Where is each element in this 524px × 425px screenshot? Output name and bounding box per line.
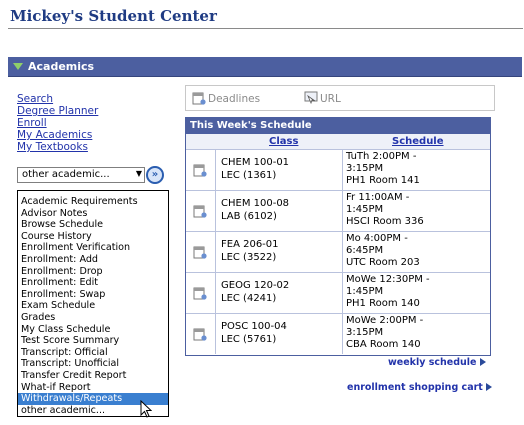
my-textbooks-link[interactable]: My Textbooks (17, 141, 88, 153)
arrow-right-icon (479, 358, 486, 366)
url-icon (304, 91, 318, 105)
schedule-room: CBA Room 140 (346, 339, 421, 350)
class-code: GEOG 120-02 (221, 280, 290, 291)
schedule-time-end: 6:45PM (346, 245, 384, 256)
degree-planner-link[interactable]: Degree Planner (17, 105, 98, 117)
class-column-header[interactable]: Class (269, 136, 298, 147)
class-section: LAB (6102) (221, 211, 277, 222)
weekly-schedule-link[interactable]: weekly schedule (388, 357, 486, 368)
class-code: CHEM 100-01 (221, 157, 290, 168)
schedule-time-end: 1:45PM (346, 204, 384, 215)
weekly-schedule-table: This Week's Schedule Class Schedule CHEM… (185, 117, 491, 356)
go-button[interactable]: » (146, 166, 164, 184)
deadlines-label: Deadlines (208, 93, 261, 105)
schedule-title: This Week's Schedule (186, 118, 490, 134)
dropdown-option[interactable]: Test Score Summary (18, 335, 168, 347)
dropdown-arrow-icon[interactable]: ▼ (136, 169, 142, 178)
schedule-time: TuTh 2:00PM - (346, 151, 417, 162)
table-row: POSC 100-04 LEC (5761) MoWe 2:00PM -3:15P… (186, 314, 490, 355)
schedule-time: MoWe 12:30PM - (346, 274, 430, 285)
calendar-icon[interactable] (193, 163, 207, 177)
academics-select[interactable]: other academic... ▼ (17, 167, 145, 183)
dropdown-option[interactable]: Browse Schedule (18, 219, 168, 231)
dropdown-option[interactable]: Transcript: Unofficial (18, 358, 168, 370)
mouse-pointer-icon (140, 400, 152, 418)
academics-section-header[interactable]: Academics (8, 57, 522, 77)
dropdown-option[interactable]: Academic Requirements (18, 196, 168, 208)
schedule-column-header[interactable]: Schedule (392, 136, 444, 147)
calendar-icon[interactable] (193, 327, 207, 341)
weekly-schedule-label: weekly schedule (388, 357, 477, 368)
dropdown-option[interactable]: Grades (18, 312, 168, 324)
dropdown-option[interactable]: Enrollment: Swap (18, 289, 168, 301)
schedule-room: HSCI Room 336 (346, 216, 424, 227)
class-code: FEA 206-01 (221, 239, 279, 250)
schedule-time: Fr 11:00AM - (346, 192, 410, 203)
schedule-time: MoWe 2:00PM - (346, 315, 424, 326)
schedule-column-headers: Class Schedule (186, 134, 490, 150)
page-title: Mickey's Student Center (10, 7, 217, 25)
my-academics-link[interactable]: My Academics (17, 129, 92, 141)
calendar-icon[interactable] (193, 204, 207, 218)
schedule-time-end: 3:15PM (346, 163, 384, 174)
title-divider (8, 28, 523, 29)
collapse-triangle-icon[interactable] (13, 63, 23, 70)
class-section: LEC (3522) (221, 252, 277, 263)
shopping-cart-link[interactable]: enrollment shopping cart (347, 382, 492, 393)
url-label: URL (320, 93, 341, 105)
schedule-room: PH1 Room 141 (346, 175, 420, 186)
section-title: Academics (28, 60, 95, 73)
table-row: CHEM 100-08 LAB (6102) Fr 11:00AM -1:45PM… (186, 191, 490, 232)
calendar-icon[interactable] (193, 286, 207, 300)
select-value: other academic... (22, 169, 110, 180)
dropdown-option[interactable]: Transfer Credit Report (18, 370, 168, 382)
dropdown-option[interactable]: Enrollment: Edit (18, 277, 168, 289)
schedule-time-end: 1:45PM (346, 286, 384, 297)
dropdown-option[interactable]: Enrollment: Add (18, 254, 168, 266)
table-row: FEA 206-01 LEC (3522) Mo 4:00PM -6:45PM UT… (186, 232, 490, 273)
calendar-icon[interactable] (193, 245, 207, 259)
toolbar: Deadlines URL (185, 85, 495, 111)
schedule-time-end: 3:15PM (346, 327, 384, 338)
class-section: LEC (5761) (221, 334, 277, 345)
table-row: CHEM 100-01 LEC (1361) TuTh 2:00PM -3:15P… (186, 150, 490, 191)
search-link[interactable]: Search (17, 93, 53, 105)
url-button[interactable]: URL (304, 91, 341, 105)
deadlines-button[interactable]: Deadlines (192, 91, 260, 105)
dropdown-option[interactable]: Enrollment: Drop (18, 266, 168, 278)
schedule-room: PH1 Room 140 (346, 298, 420, 309)
arrow-right-icon (485, 383, 492, 391)
class-code: CHEM 100-08 (221, 198, 290, 209)
dropdown-option[interactable]: Transcript: Official (18, 347, 168, 359)
calendar-icon (192, 92, 206, 105)
dropdown-list[interactable]: Academic Requirements Advisor Notes Brow… (17, 190, 169, 417)
dropdown-option[interactable]: What-if Report (18, 382, 168, 394)
enroll-link[interactable]: Enroll (17, 117, 47, 129)
table-row: GEOG 120-02 LEC (4241) MoWe 12:30PM -1:45… (186, 273, 490, 314)
dropdown-option[interactable]: Advisor Notes (18, 208, 168, 220)
class-section: LEC (1361) (221, 170, 277, 181)
schedule-time: Mo 4:00PM - (346, 233, 408, 244)
class-section: LEC (4241) (221, 293, 277, 304)
dropdown-option[interactable]: My Class Schedule (18, 324, 168, 336)
shopping-cart-label: enrollment shopping cart (347, 382, 483, 393)
dropdown-option[interactable]: Enrollment Verification (18, 242, 168, 254)
dropdown-option[interactable]: Course History (18, 231, 168, 243)
class-code: POSC 100-04 (221, 321, 287, 332)
dropdown-option[interactable]: Exam Schedule (18, 300, 168, 312)
schedule-room: UTC Room 203 (346, 257, 420, 268)
